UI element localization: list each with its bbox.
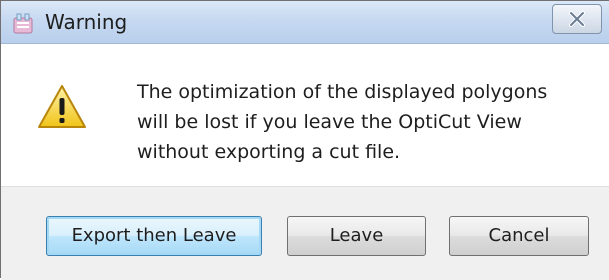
close-icon <box>569 11 585 27</box>
message-area: The optimization of the displayed polygo… <box>1 44 609 186</box>
leave-button[interactable]: Leave <box>287 216 426 256</box>
warning-icon <box>37 84 87 130</box>
title-bar[interactable]: Warning <box>1 1 609 44</box>
app-icon <box>12 12 34 34</box>
button-bar: Export then Leave Leave Cancel <box>1 186 609 280</box>
export-then-leave-button[interactable]: Export then Leave <box>46 216 262 256</box>
dialog-title: Warning <box>45 10 128 34</box>
warning-message: The optimization of the displayed polygo… <box>137 81 548 163</box>
cancel-button[interactable]: Cancel <box>449 216 589 256</box>
close-button[interactable] <box>552 4 602 34</box>
warning-dialog: Warning The optimization of the displaye… <box>0 0 609 280</box>
